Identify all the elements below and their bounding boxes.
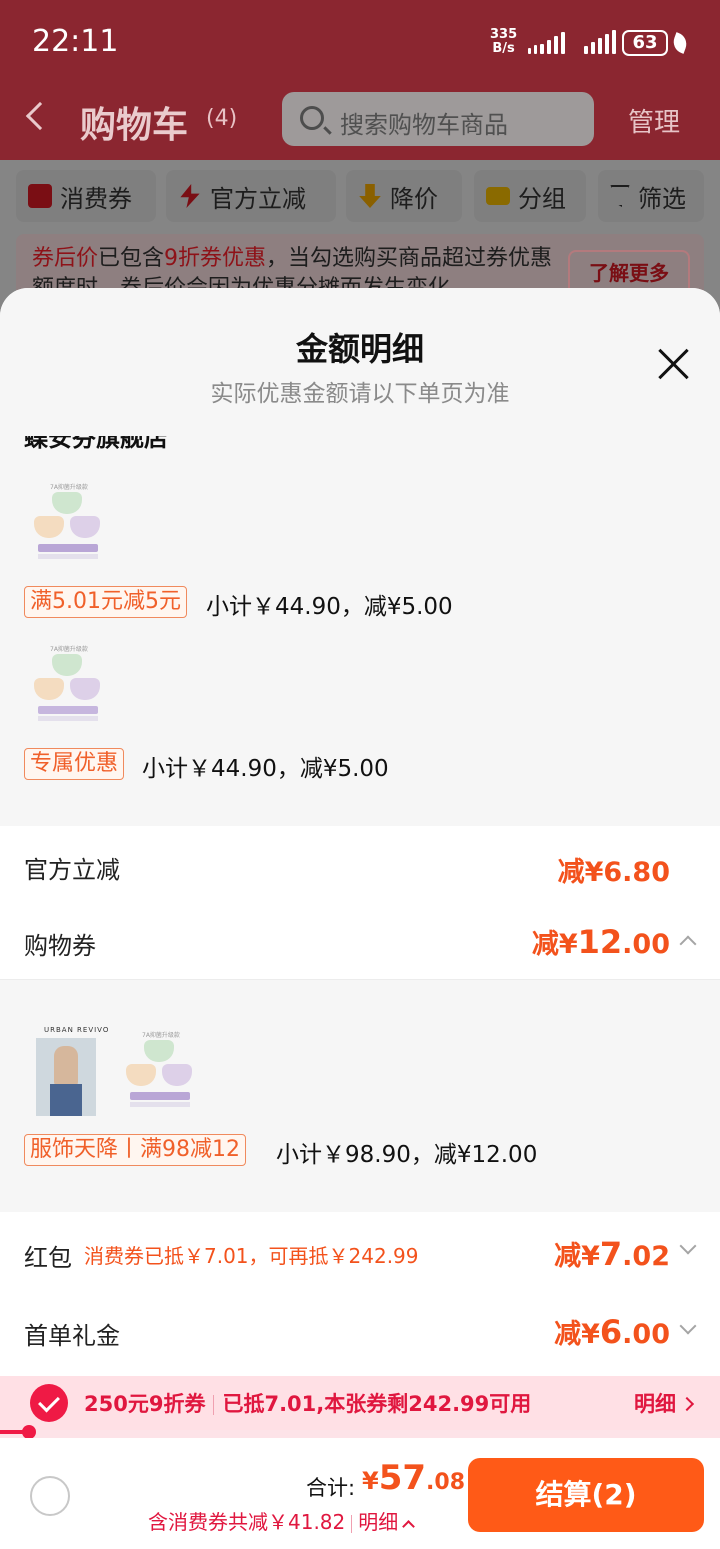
status-time: 22:11	[32, 24, 119, 59]
coupon-icon	[28, 184, 52, 208]
chevron-down-icon	[679, 1237, 697, 1255]
coupon-info: 250元9折券 已抵7.01,本张券剩242.99可用	[84, 1392, 532, 1416]
red-packet-row[interactable]: 红包 消费券已抵￥7.01，可再抵￥242.99 减¥7.02	[0, 1212, 720, 1292]
brand-caption: URBAN REVIVO	[44, 1026, 110, 1034]
filter-consumer-coupon[interactable]: 消费券	[16, 170, 156, 222]
checkout-button[interactable]: 结算(2)	[468, 1458, 704, 1532]
select-all-checkbox[interactable]	[30, 1476, 70, 1516]
shopping-coupon-row[interactable]: 购物券 减¥12.00	[0, 904, 720, 980]
coupon-progress-knob	[21, 1425, 36, 1439]
first-order-gift-row[interactable]: 首单礼金 减¥6.00	[0, 1292, 720, 1376]
sheet-header: 金额明细 实际优惠金额请以下单页为准	[0, 288, 720, 436]
official-discount-amount: 减¥6.80	[557, 857, 670, 888]
coupon-progress-bar	[0, 1425, 720, 1439]
cart-header: 购物车 (4) 搜索购物车商品 管理	[0, 84, 720, 160]
filter-price-drop[interactable]: 降价	[346, 170, 462, 222]
cart-count: (4)	[206, 106, 238, 131]
filter-chips: 消费券 官方立减 降价 分组 筛选	[0, 170, 720, 224]
network-speed: 335 B/s	[490, 27, 518, 56]
item-subtotal: 小计￥98.90，减¥12.00	[276, 1142, 538, 1168]
sheet-subtitle: 实际优惠金额请以下单页为准	[210, 381, 510, 407]
product-thumbnail[interactable]: 7A抑菌升级款	[30, 644, 106, 730]
product-thumbnail-model[interactable]	[36, 1038, 96, 1116]
product-thumbnail[interactable]: 7A抑菌升级款	[122, 1030, 198, 1116]
item-subtotal: 小计￥44.90，减¥5.00	[142, 756, 389, 782]
close-icon[interactable]	[656, 346, 692, 382]
filter-group[interactable]: 分组	[474, 170, 586, 222]
coupon-detail-link[interactable]: 明细	[634, 1388, 695, 1418]
filter-screen[interactable]: 筛选	[598, 170, 704, 222]
page-title: 购物车	[80, 105, 189, 146]
lightning-icon	[180, 184, 200, 208]
chevron-up-icon	[679, 935, 697, 953]
promo-tag: 服饰天降丨满98减12	[24, 1134, 246, 1166]
coupon-checkbox[interactable]	[30, 1384, 68, 1422]
search-placeholder: 搜索购物车商品	[340, 111, 508, 139]
official-discount-label: 官方立减	[24, 856, 120, 884]
folder-icon	[486, 187, 510, 205]
product-thumbnail[interactable]: 7A抑菌升级款	[30, 482, 106, 568]
shopping-coupon-amount: 减¥12.00	[531, 923, 670, 961]
price-drop-icon	[359, 184, 381, 208]
status-bar: 22:11 335 B/s 63	[0, 0, 720, 84]
promo-tag: 满5.01元减5元	[24, 586, 187, 618]
sheet-title: 金额明细	[295, 330, 424, 368]
battery-icon: 63	[622, 30, 668, 56]
manage-button[interactable]: 管理	[628, 102, 680, 139]
checkout-bar: 合计: ¥57.08 含消费券共减￥41.82 明细 结算(2)	[0, 1438, 720, 1549]
signal-icon	[528, 30, 565, 54]
amount-detail-sheet: 蝶安芬旗舰店 7A抑菌升级款 满5.01元减5元 小计￥44.90，减¥5.00…	[0, 288, 720, 1549]
total-amount: ¥57.08	[362, 1458, 466, 1498]
total-label: 合计:	[306, 1476, 356, 1500]
promo-tag: 专属优惠	[24, 748, 125, 780]
coupon-bar[interactable]: 250元9折券 已抵7.01,本张券剩242.99可用 明细	[0, 1376, 720, 1430]
chevron-up-icon	[402, 1520, 416, 1533]
official-discount-row: 官方立减 减¥6.80	[0, 826, 720, 904]
first-order-gift-label: 首单礼金	[24, 1322, 120, 1350]
first-order-gift-amount: 减¥6.00	[554, 1313, 670, 1351]
search-icon	[300, 106, 324, 130]
power-saving-icon	[670, 32, 690, 54]
chevron-down-icon	[679, 1317, 697, 1335]
filter-official-discount[interactable]: 官方立减	[166, 170, 336, 222]
back-icon[interactable]	[25, 101, 55, 131]
signal-icon-2	[584, 30, 616, 54]
filter-icon	[610, 185, 630, 207]
red-packet-label: 红包	[24, 1244, 72, 1272]
shopping-coupon-label: 购物券	[24, 932, 96, 960]
item-subtotal: 小计￥44.90，减¥5.00	[206, 594, 453, 620]
red-packet-amount: 减¥7.02	[554, 1235, 670, 1273]
saving-summary[interactable]: 含消费券共减￥41.82 明细	[148, 1506, 416, 1535]
chevron-right-icon	[679, 1396, 695, 1412]
search-input[interactable]: 搜索购物车商品	[282, 92, 594, 146]
red-packet-note: 消费券已抵￥7.01，可再抵￥242.99	[84, 1244, 419, 1268]
